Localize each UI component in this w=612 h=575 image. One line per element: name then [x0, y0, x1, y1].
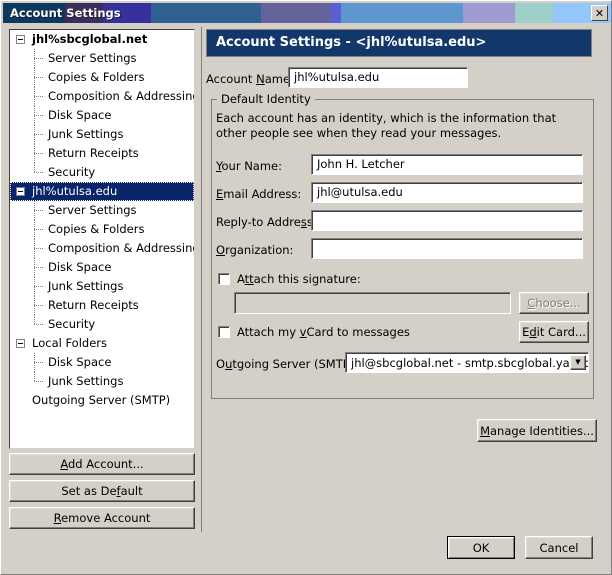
organization-label: Organization: [216, 243, 294, 257]
manage-identities-label: Manage Identities... [480, 423, 594, 438]
titlebar-band-5 [331, 3, 341, 23]
settings-pane: Account Settings - <jhl%utulsa.edu> Acco… [206, 29, 604, 529]
tree-item-label: Security [48, 165, 96, 179]
outgoing-server-value: jhl@sbcglobal.net - smtp.sbcglobal.yahoo… [351, 355, 589, 370]
set-as-default-label: Set as Default [61, 484, 143, 498]
edit-card-label: Edit Card... [522, 325, 586, 339]
signature-file-input[interactable] [234, 292, 511, 314]
reply-to-address-input[interactable] [311, 210, 583, 231]
add-account-button[interactable]: Add Account... [9, 453, 195, 475]
tree-item-label: Server Settings [48, 51, 137, 65]
tree-item-label: Outgoing Server (SMTP) [32, 393, 171, 407]
choose-signature-label: Choose... [527, 296, 581, 310]
remove-account-button[interactable]: Remove Account [9, 507, 195, 529]
your-name-input[interactable]: John H. Letcher [311, 154, 583, 175]
manage-identities-button[interactable]: Manage Identities... [477, 419, 597, 442]
identity-description: Each account has an identity, which is t… [216, 111, 557, 140]
tree-item-label: Return Receipts [48, 146, 139, 160]
attach-vcard-checkbox[interactable] [218, 326, 230, 338]
account-tree[interactable]: jhl%sbcglobal.net Server Settings Copies &… [9, 29, 195, 449]
outgoing-server-select[interactable]: jhl@sbcglobal.net - smtp.sbcglobal.yahoo… [345, 352, 589, 373]
accounts-pane: jhl%sbcglobal.net Server Settings Copies &… [9, 29, 195, 449]
tree-item[interactable]: jhl%utulsa.edu [10, 182, 194, 201]
tree-item-label: Junk Settings [48, 374, 124, 388]
tree-item[interactable]: Disk Space [10, 258, 194, 277]
tree-item-label: Disk Space [48, 355, 112, 369]
tree-item[interactable]: Composition & Addressing [10, 87, 194, 106]
titlebar-band-3 [151, 3, 261, 23]
tree-item-label: Local Folders [32, 336, 107, 350]
tree-item-label: Composition & Addressing [48, 89, 195, 103]
add-account-label: Add Account... [60, 457, 144, 471]
outgoing-server-label: Outgoing Server (SMTP): [216, 357, 359, 371]
tree-item-label: Copies & Folders [48, 222, 145, 236]
pane-divider [201, 27, 202, 532]
tree-item[interactable]: Junk Settings [10, 277, 194, 296]
account-settings-dialog: Account Settings ✕ jhl%sbcglobal.net Serv… [0, 0, 612, 575]
chevron-down-icon[interactable]: ▼ [570, 355, 586, 370]
collapse-icon[interactable] [16, 339, 25, 348]
tree-item[interactable]: Disk Space [10, 353, 194, 372]
tree-item[interactable]: Local Folders [10, 334, 194, 353]
tree-item-label: Composition & Addressing [48, 241, 195, 255]
tree-item-label: Junk Settings [48, 127, 124, 141]
tree-item-label: Copies & Folders [48, 70, 145, 84]
titlebar-band-4 [261, 3, 331, 23]
titlebar-band-7 [463, 3, 515, 23]
collapse-icon[interactable] [16, 187, 25, 196]
tree-item[interactable]: Return Receipts [10, 296, 194, 315]
tree-item-label: jhl%utulsa.edu [32, 184, 118, 198]
attach-vcard-label: Attach my vCard to messages [237, 325, 410, 339]
tree-item[interactable]: Junk Settings [10, 372, 194, 391]
tree-item-label: Security [48, 317, 96, 331]
tree-item[interactable]: Security [10, 315, 194, 334]
titlebar-band-6 [341, 3, 463, 23]
tree-item[interactable]: Disk Space [10, 106, 194, 125]
email-address-label: Email Address: [216, 187, 302, 201]
tree-item-label: Server Settings [48, 203, 137, 217]
ok-label: OK [472, 540, 490, 555]
cancel-label: Cancel [539, 540, 579, 555]
set-as-default-button[interactable]: Set as Default [9, 480, 195, 502]
account-name-input[interactable]: jhl%utulsa.edu [288, 67, 468, 88]
tree-item[interactable]: Copies & Folders [10, 68, 194, 87]
tree-item[interactable]: Return Receipts [10, 144, 194, 163]
organization-input[interactable] [311, 238, 583, 259]
tree-item[interactable]: Server Settings [10, 49, 194, 68]
tree-item-label: Return Receipts [48, 298, 139, 312]
panel-title: Account Settings - <jhl%utulsa.edu> [206, 29, 592, 57]
attach-signature-checkbox-row[interactable]: Attach this signature: [218, 272, 361, 286]
tree-item-label: Disk Space [48, 108, 112, 122]
attach-signature-label: Attach this signature: [237, 272, 361, 286]
edit-card-button[interactable]: Edit Card... [519, 321, 589, 343]
tree-item[interactable]: Security [10, 163, 194, 182]
choose-signature-button[interactable]: Choose... [519, 292, 589, 314]
tree-item[interactable]: Copies & Folders [10, 220, 194, 239]
attach-signature-checkbox[interactable] [218, 273, 230, 285]
tree-item-label: Disk Space [48, 260, 112, 274]
default-identity-legend: Default Identity [217, 92, 315, 106]
window-title: Account Settings [10, 6, 121, 20]
your-name-label: Your Name: [216, 159, 283, 173]
reply-to-address-label: Reply-to Address: [216, 215, 317, 229]
attach-vcard-checkbox-row[interactable]: Attach my vCard to messages [218, 325, 410, 339]
tree-item[interactable]: Junk Settings [10, 125, 194, 144]
ok-button[interactable]: OK [447, 536, 515, 559]
tree-item[interactable]: jhl%sbcglobal.net [10, 30, 194, 49]
titlebar-band-8 [515, 3, 553, 23]
remove-account-label: Remove Account [53, 511, 151, 525]
account-name-label: Account Name: [206, 72, 294, 86]
tree-item[interactable]: Server Settings [10, 201, 194, 220]
tree-item-label: jhl%sbcglobal.net [32, 32, 148, 46]
email-address-input[interactable]: jhl@utulsa.edu [311, 182, 583, 203]
window-titlebar: Account Settings ✕ [3, 3, 611, 23]
collapse-icon[interactable] [16, 35, 25, 44]
tree-item[interactable]: Composition & Addressing [10, 239, 194, 258]
close-icon[interactable]: ✕ [591, 5, 608, 21]
cancel-button[interactable]: Cancel [525, 536, 593, 559]
tree-item-label: Junk Settings [48, 279, 124, 293]
tree-item[interactable]: Outgoing Server (SMTP) [10, 391, 194, 410]
